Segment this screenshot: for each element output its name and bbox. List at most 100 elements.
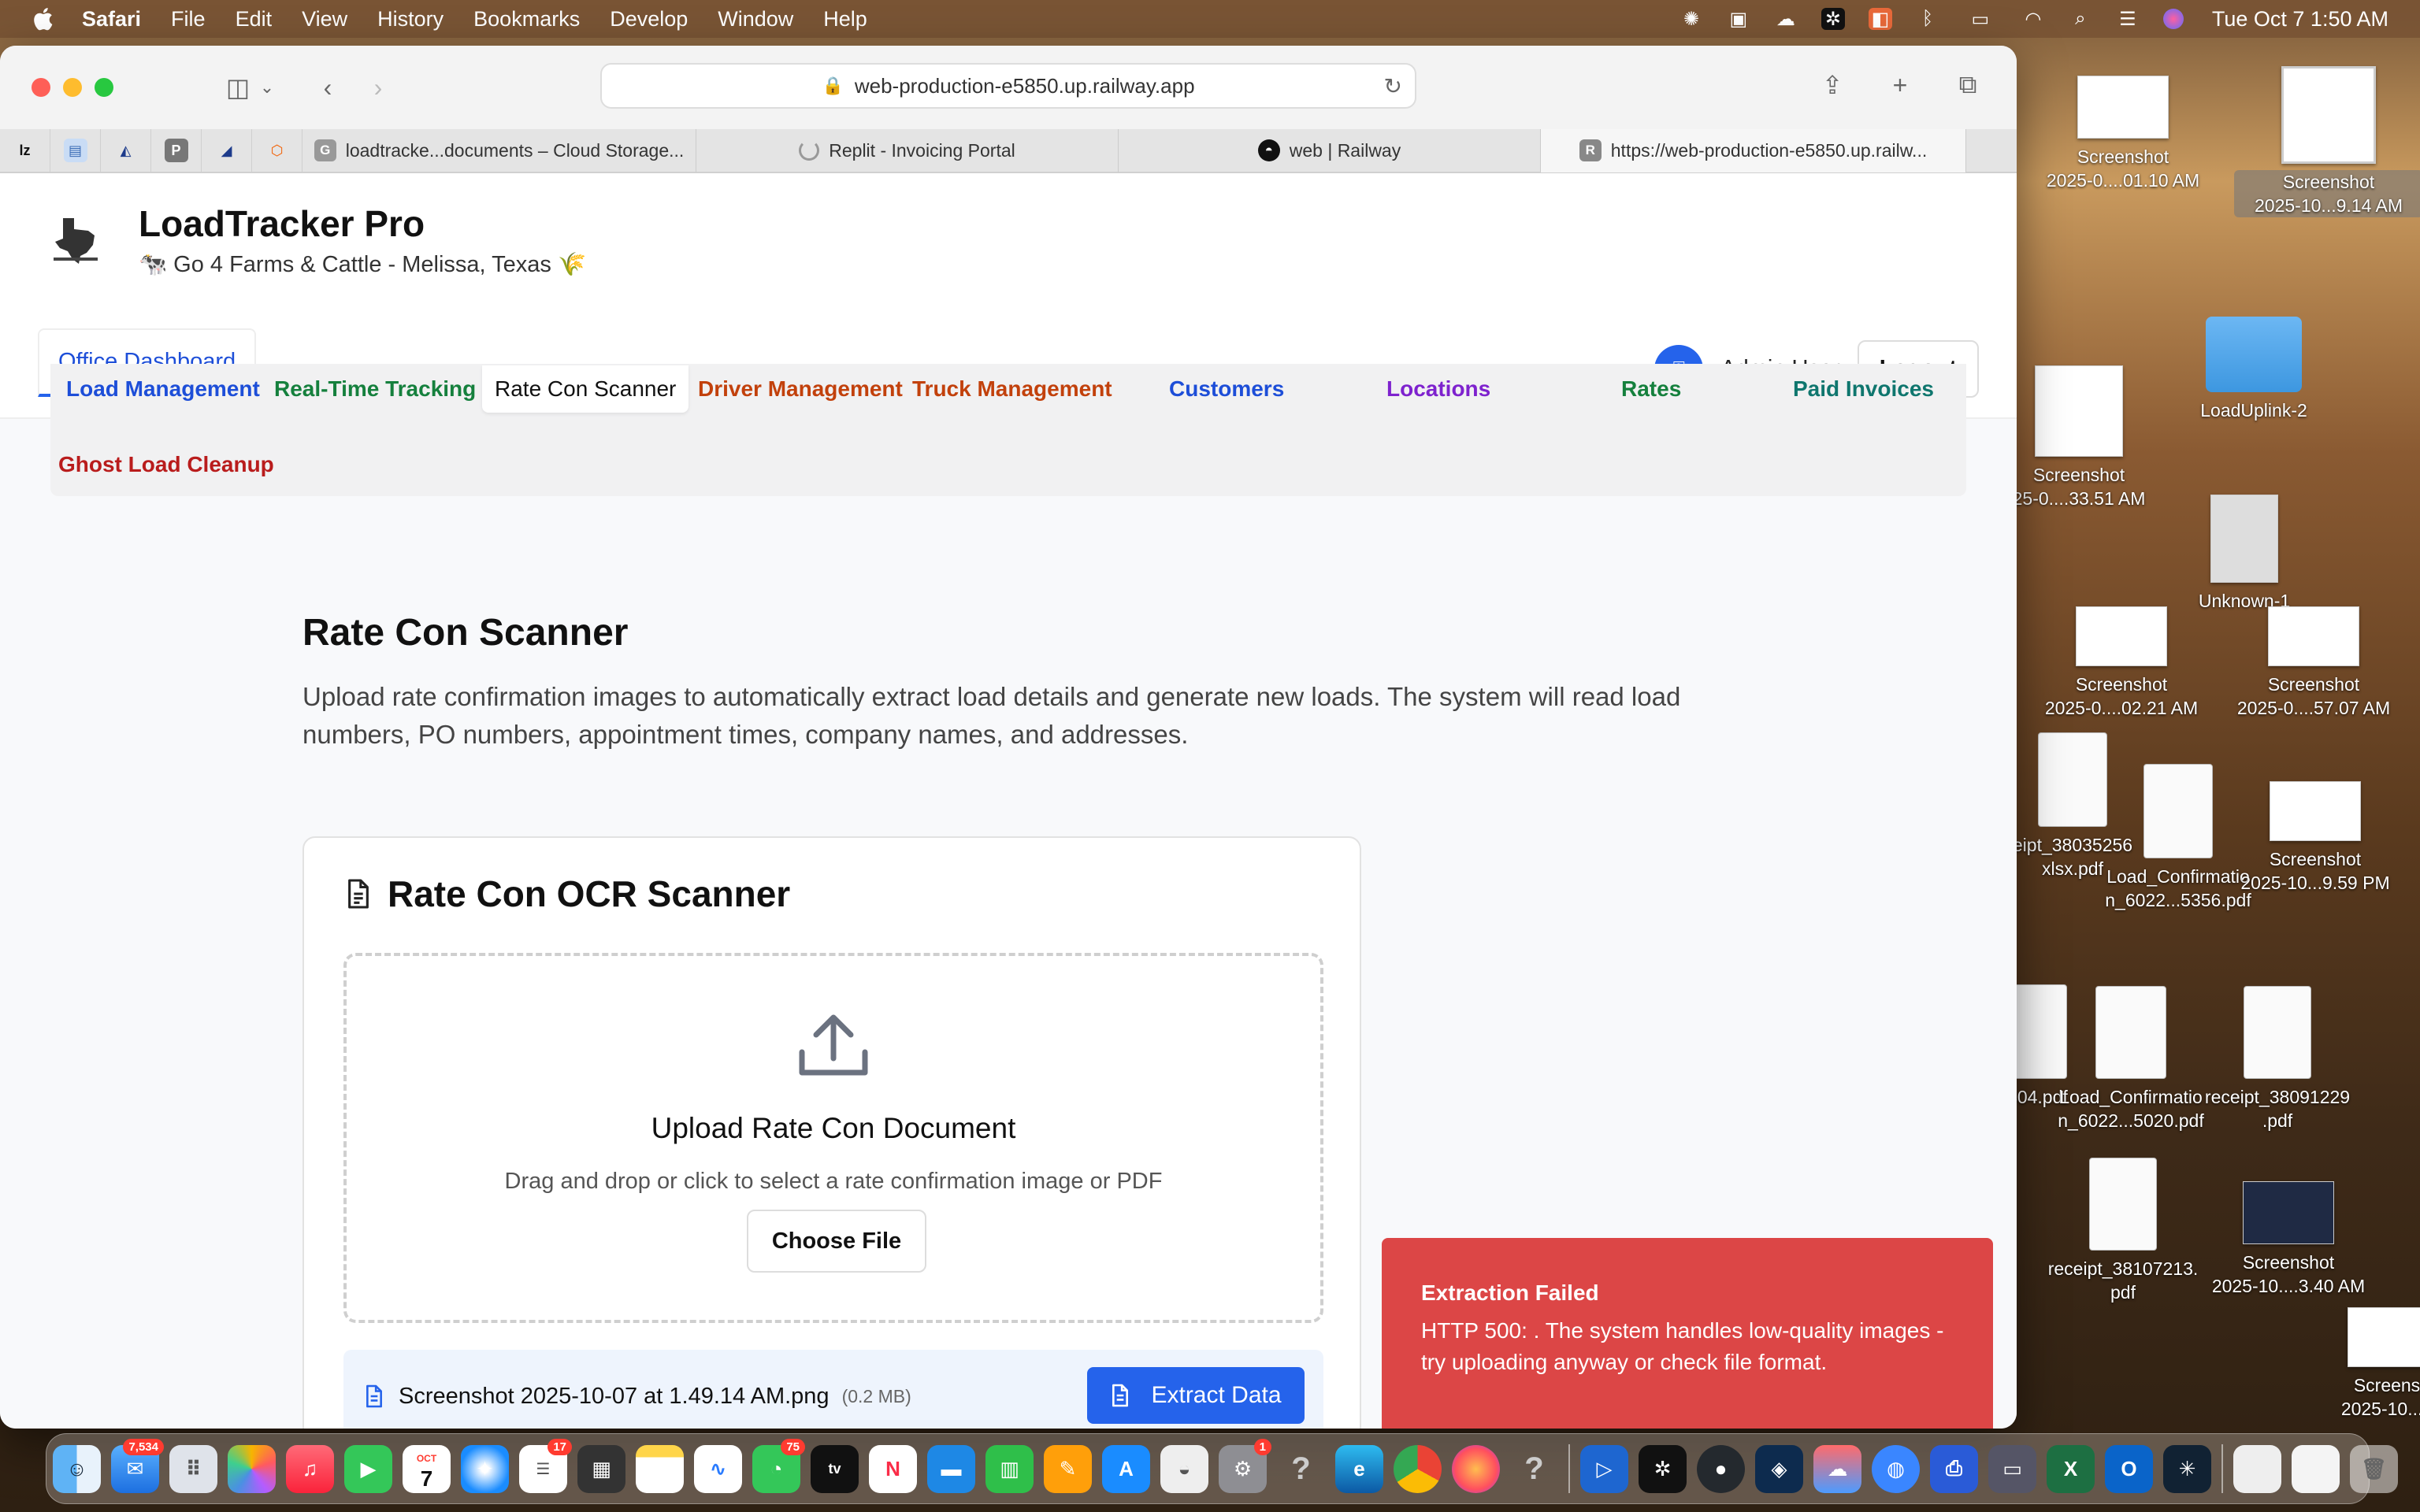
desktop-icon-folder[interactable]: LoadUplink-2 [2155, 317, 2352, 422]
nav-driver-management[interactable]: Driver Management [698, 376, 903, 402]
menu-history[interactable]: History [377, 7, 444, 32]
tab-railway[interactable]: ◓ web | Railway [1119, 128, 1541, 172]
new-tab-icon[interactable]: + [1883, 68, 1917, 102]
cloud-status-icon[interactable]: ☁ [1774, 8, 1798, 30]
nav-load-management[interactable]: Load Management [66, 376, 260, 402]
mail-icon[interactable]: ✉ 7,534 [111, 1438, 164, 1493]
app-status-icon[interactable]: ◧ [1868, 8, 1892, 30]
calendar-icon[interactable]: OCT 7 [403, 1444, 451, 1493]
sidebar-toggle-icon[interactable]: ◫ [221, 70, 255, 105]
keynote-icon[interactable]: ▬ [927, 1444, 975, 1493]
finder-icon[interactable]: ☺ [53, 1444, 101, 1493]
close-window-button[interactable] [32, 78, 50, 97]
pinned-tab[interactable]: ⬡ [252, 128, 302, 172]
siri-icon[interactable] [2162, 9, 2184, 29]
file-drop-zone[interactable]: Upload Rate Con Document Drag and drop o… [343, 953, 1323, 1323]
numbers-icon[interactable]: ▥ [985, 1444, 1034, 1493]
edge-icon[interactable]: e [1335, 1444, 1383, 1493]
nav-rates[interactable]: Rates [1621, 376, 1681, 402]
menu-bookmarks[interactable]: Bookmarks [473, 7, 580, 32]
notes-icon[interactable] [636, 1444, 684, 1493]
downloads-stack-icon[interactable] [2233, 1444, 2281, 1493]
desktop-icon-screenshot[interactable]: Screenshot 2025-10...9.59 PM [2217, 781, 2414, 895]
app-store-icon[interactable]: A [1102, 1444, 1150, 1493]
system-settings-icon[interactable]: ⚙ 1 [1219, 1438, 1271, 1493]
back-icon[interactable]: ‹ [310, 70, 345, 105]
tab-overview-icon[interactable]: ⧉ [1950, 68, 1985, 102]
menu-view[interactable]: View [302, 7, 347, 32]
chrome-icon[interactable] [1394, 1444, 1442, 1493]
menu-develop[interactable]: Develop [610, 7, 688, 32]
facetime-icon[interactable]: ▶ [344, 1444, 392, 1493]
menu-clock[interactable]: Tue Oct 7 1:50 AM [2212, 7, 2388, 32]
pages-icon[interactable]: ✎ [1044, 1444, 1092, 1493]
chatgpt-status-icon[interactable]: ✲ [1821, 8, 1845, 30]
share-icon[interactable]: ⇪ [1815, 68, 1850, 102]
perplexity-icon[interactable]: ✳ [2163, 1444, 2211, 1493]
choose-file-button[interactable]: Choose File [747, 1210, 926, 1273]
desktop-icon-screenshot[interactable]: Screenshot 2025-10....3.40 AM [2190, 1181, 2387, 1298]
trash-icon[interactable]: 🗑 [2350, 1444, 2398, 1493]
pinned-tab[interactable]: ◢ [202, 128, 252, 172]
desktop-icon-image[interactable]: Unknown-1 [2146, 495, 2343, 613]
minimize-window-button[interactable] [63, 78, 82, 97]
remote-desktop-icon[interactable]: ▷ [1580, 1444, 1628, 1493]
unknown-app-icon[interactable]: ? [1510, 1445, 1558, 1493]
chevron-down-icon[interactable]: ⌄ [255, 70, 279, 105]
tab-cloud-storage[interactable]: Gloadtracke...documents – Cloud Storage.… [302, 128, 696, 172]
firefox-icon[interactable] [1452, 1444, 1500, 1493]
forward-icon[interactable]: › [361, 70, 395, 105]
zoom-window-button[interactable] [95, 78, 113, 97]
apple-tv-icon[interactable]: tv [811, 1444, 859, 1493]
extract-data-button[interactable]: Extract Data [1087, 1367, 1305, 1424]
tab-replit[interactable]: Replit - Invoicing Portal [696, 128, 1119, 172]
desktop-icon-screenshot[interactable]: Screenshot 2025-0....01.10 AM [2025, 76, 2221, 192]
apple-menu-icon[interactable] [32, 6, 54, 32]
news-icon[interactable]: N [869, 1444, 917, 1493]
menu-file[interactable]: File [171, 7, 206, 32]
messages-icon[interactable]: ◔ 75 [752, 1438, 805, 1493]
calculator-icon[interactable]: ▦ [577, 1444, 625, 1493]
address-bar[interactable]: 🔒 web-production-e5850.up.railway.app ↻ [600, 63, 1416, 109]
desktop-icon-screenshot[interactable]: Screenshot 2025-0....57.07 AM [2215, 606, 2412, 720]
bug-status-icon[interactable]: ✺ [1680, 8, 1703, 30]
desktop-icon-screenshot[interactable]: Screenshot 2025-10...9.14 AM [2234, 66, 2420, 217]
reload-icon[interactable]: ↻ [1384, 73, 1402, 99]
nav-customers[interactable]: Customers [1169, 376, 1284, 402]
vpn-icon[interactable]: ◒ [1160, 1444, 1208, 1493]
photos-icon[interactable] [228, 1444, 276, 1493]
desktop-icon-screenshot[interactable]: Screens 2025-10...3 [2332, 1307, 2420, 1421]
screen-capture-status-icon[interactable]: ▣ [1727, 8, 1750, 30]
menu-help[interactable]: Help [823, 7, 867, 32]
battery-icon[interactable]: ▭ [1963, 8, 1998, 30]
tab-current-app[interactable]: Rhttps://web-production-e5850.up.railw..… [1541, 128, 1966, 172]
wifi-icon[interactable]: ◠ [2021, 8, 2045, 30]
nav-truck-management[interactable]: Truck Management [912, 376, 1112, 402]
excel-icon[interactable]: X [2047, 1444, 2095, 1493]
music-icon[interactable]: ♫ [286, 1444, 334, 1493]
freeform-icon[interactable]: ∿ [694, 1444, 742, 1493]
error-toast[interactable]: Extraction Failed HTTP 500: . The system… [1382, 1238, 1993, 1429]
control-center-icon[interactable]: ☰ [2116, 8, 2140, 30]
launchpad-icon[interactable]: ⠿ [169, 1444, 217, 1493]
documents-stack-icon[interactable] [2292, 1444, 2340, 1493]
bluetooth-icon[interactable]: ᛒ [1916, 8, 1939, 30]
outlook-icon[interactable]: O [2105, 1444, 2153, 1493]
menu-window[interactable]: Window [718, 7, 793, 32]
printer-icon[interactable]: ⎙ [1930, 1444, 1978, 1493]
pinned-tab[interactable]: ▤ [50, 128, 101, 172]
chatgpt-icon[interactable]: ✲ [1639, 1444, 1687, 1493]
unknown-app-icon[interactable]: ? [1277, 1445, 1325, 1493]
pinned-tab[interactable]: P [151, 128, 202, 172]
pinned-tab[interactable]: lz [0, 128, 50, 172]
screen-icon[interactable]: ▭ [1988, 1444, 2036, 1493]
spotlight-search-icon[interactable]: ⌕ [2069, 8, 2092, 30]
menu-app-name[interactable]: Safari [82, 7, 141, 32]
pinned-tab[interactable]: ◭ [101, 128, 151, 172]
reminders-icon[interactable]: ☰ 17 [519, 1438, 572, 1493]
dev-tool-icon[interactable]: ◈ [1755, 1444, 1803, 1493]
safari-icon[interactable]: ✧ [461, 1444, 509, 1493]
cloud-upload-icon[interactable]: ☁ [1813, 1444, 1861, 1493]
desktop-icon-pdf[interactable]: receipt_38091229 .pdf [2179, 986, 2376, 1132]
globe-icon[interactable]: ◍ [1872, 1444, 1920, 1493]
